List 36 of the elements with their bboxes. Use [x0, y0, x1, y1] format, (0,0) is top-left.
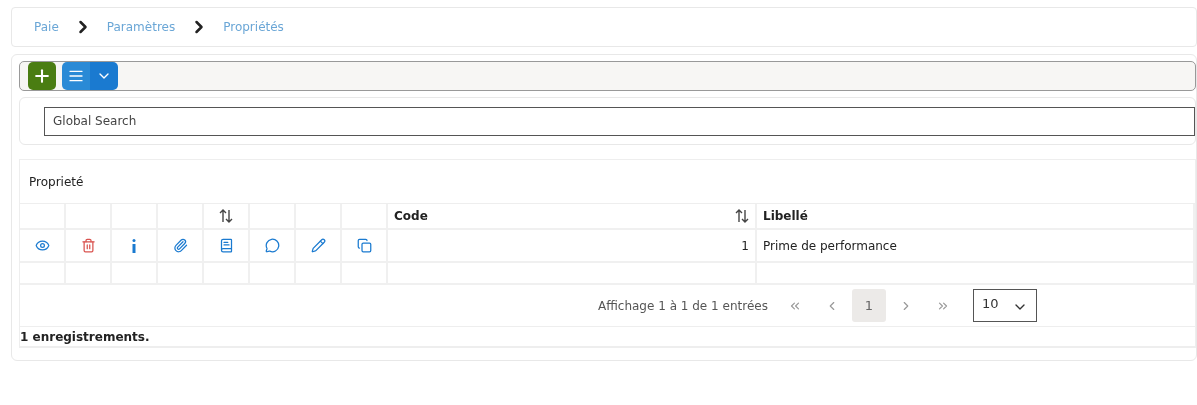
trash-icon [80, 238, 96, 253]
sort-icon[interactable] [735, 209, 749, 223]
paperclip-icon [172, 238, 188, 253]
column-header[interactable]: Libellé [757, 204, 1195, 230]
breadcrumb-link[interactable]: Propriétés [223, 20, 284, 34]
copy-icon [356, 238, 372, 253]
pagination-summary: Affichage 1 à 1 de 1 entrées [598, 298, 768, 313]
info-button[interactable] [132, 238, 136, 253]
table-cell: Prime de performance [757, 230, 1195, 263]
view-button[interactable] [34, 238, 50, 253]
book-icon [218, 238, 234, 253]
delete-button[interactable] [80, 238, 96, 253]
breadcrumb-link[interactable]: Paramètres [106, 20, 176, 34]
page-button[interactable]: 1 [851, 289, 886, 322]
sort-icon[interactable] [219, 209, 233, 223]
record-count: 1 enregistrements. [20, 327, 1195, 347]
table-title: Proprieté [20, 160, 1195, 204]
page-size-select[interactable]: 10 [972, 289, 1037, 322]
document-button[interactable] [218, 238, 234, 253]
list-button[interactable] [62, 62, 90, 90]
add-button[interactable] [28, 62, 56, 90]
attach-button[interactable] [172, 238, 188, 253]
comment-icon [264, 238, 280, 253]
copy-button[interactable] [356, 238, 372, 253]
search-field[interactable]: Global Search [44, 106, 1195, 136]
list-icon [68, 68, 84, 84]
pencil-icon [310, 238, 326, 253]
column-header[interactable]: Code [388, 204, 757, 230]
info-icon [132, 238, 136, 253]
edit-button[interactable] [310, 238, 326, 253]
breadcrumb-link[interactable]: Paie [34, 20, 59, 34]
comment-button[interactable] [264, 238, 280, 253]
eye-icon [34, 238, 50, 253]
dropdown-button[interactable] [90, 62, 118, 90]
table-cell: 1 [388, 230, 757, 263]
plus-icon [32, 66, 52, 86]
